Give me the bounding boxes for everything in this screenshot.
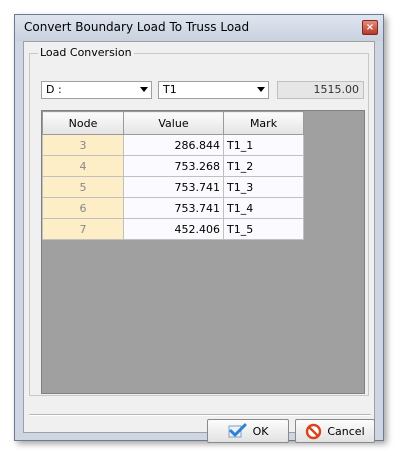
title-bar[interactable]: Convert Boundary Load To Truss Load × xyxy=(15,15,383,41)
node-cell[interactable]: 4 xyxy=(42,155,124,177)
dialog-client-area: Load Conversion D : T1 1515.00 Node Valu… xyxy=(23,41,375,443)
node-cell[interactable]: 3 xyxy=(42,134,124,156)
chevron-down-icon xyxy=(257,87,265,92)
mark-cell[interactable]: T1_4 xyxy=(223,197,304,219)
node-cell[interactable]: 5 xyxy=(42,176,124,198)
value-cell[interactable]: 753.268 xyxy=(123,155,224,177)
value-cell[interactable]: 753.741 xyxy=(123,197,224,219)
mark-cell[interactable]: T1_2 xyxy=(223,155,304,177)
cancel-button[interactable]: Cancel xyxy=(295,419,375,443)
grid-table: Node Value Mark 3 286.844 T1_1 4 753.268… xyxy=(42,111,304,240)
table-row[interactable]: 7 452.406 T1_5 xyxy=(42,218,304,240)
mark-cell[interactable]: T1_5 xyxy=(223,218,304,240)
total-value: 1515.00 xyxy=(313,83,360,96)
table-row[interactable]: 5 753.741 T1_3 xyxy=(42,176,304,198)
group-label: Load Conversion xyxy=(38,46,134,59)
table-row[interactable]: 4 753.268 T1_2 xyxy=(42,155,304,177)
column-header-mark[interactable]: Mark xyxy=(223,111,304,135)
ok-button[interactable]: OK xyxy=(207,419,289,443)
cancel-label: Cancel xyxy=(327,424,365,438)
dialog-window: Convert Boundary Load To Truss Load × Lo… xyxy=(14,14,384,443)
table-row[interactable]: 6 753.741 T1_4 xyxy=(42,197,304,219)
no-sign-icon xyxy=(305,423,322,440)
truss-value: T1 xyxy=(163,83,177,96)
total-value-field: 1515.00 xyxy=(277,81,364,99)
column-header-node[interactable]: Node xyxy=(42,111,124,135)
value-cell[interactable]: 286.844 xyxy=(123,134,224,156)
window-title: Convert Boundary Load To Truss Load xyxy=(24,20,250,34)
checkmark-icon xyxy=(228,423,248,439)
close-icon: × xyxy=(365,22,375,33)
table-row[interactable]: 3 286.844 T1_1 xyxy=(42,134,304,156)
node-cell[interactable]: 6 xyxy=(42,197,124,219)
button-separator xyxy=(29,414,371,416)
close-button[interactable]: × xyxy=(362,20,378,35)
truss-dropdown[interactable]: T1 xyxy=(158,81,269,99)
load-case-dropdown[interactable]: D : xyxy=(41,81,152,99)
value-cell[interactable]: 452.406 xyxy=(123,218,224,240)
ok-label: OK xyxy=(252,424,269,438)
chevron-down-icon xyxy=(140,87,148,92)
node-cell[interactable]: 7 xyxy=(42,218,124,240)
mark-cell[interactable]: T1_3 xyxy=(223,176,304,198)
mark-cell[interactable]: T1_1 xyxy=(223,134,304,156)
column-header-value[interactable]: Value xyxy=(123,111,224,135)
conversion-grid[interactable]: Node Value Mark 3 286.844 T1_1 4 753.268… xyxy=(41,110,365,394)
value-cell[interactable]: 753.741 xyxy=(123,176,224,198)
load-case-value: D : xyxy=(46,83,62,96)
